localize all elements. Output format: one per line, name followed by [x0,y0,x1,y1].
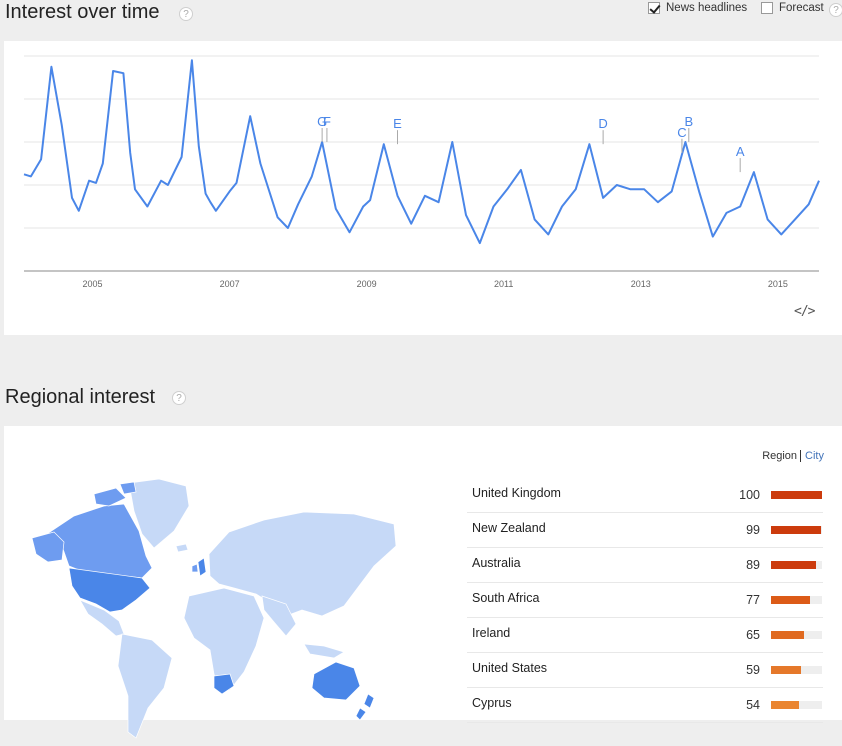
news-marker-label: E [393,116,402,131]
map-indonesia [303,643,345,659]
region-bar-track [771,526,822,534]
region-bar [771,631,805,639]
region-bar-track [771,561,822,569]
map-australia [311,661,361,701]
region-row[interactable]: Australia 89 [467,548,823,583]
map-iceland [175,543,189,553]
region-name: United States [472,661,548,675]
region-row[interactable]: Cyprus 54 [467,688,823,723]
region-bar-track [771,631,822,639]
news-headlines-checkbox[interactable] [648,2,660,14]
x-tick-label: 2013 [631,279,651,289]
map-canada-islands [93,481,137,507]
map-uk [197,557,207,577]
region-value: 100 [739,488,760,502]
map-new-zealand [355,693,375,721]
news-headlines-option[interactable]: News headlines [648,2,747,14]
region-row[interactable]: New Zealand 99 [467,513,823,548]
region-list: United Kingdom 100 New Zealand 99 Austra… [467,478,823,723]
region-value: 59 [746,663,760,677]
world-map[interactable] [24,476,464,746]
region-value: 54 [746,698,760,712]
region-bar-track [771,666,822,674]
x-tick-label: 2009 [357,279,377,289]
map-ireland [191,563,199,573]
interest-chart-card: 2005 2007 2009 2011 2013 2015 A B C D E F G </> [4,41,842,335]
region-name: South Africa [472,591,540,605]
region-value: 77 [746,593,760,607]
map-south-america [117,633,173,739]
interest-help-icon[interactable]: ? [179,7,193,21]
news-marker-label: A [736,144,745,159]
region-bar-track [771,596,822,604]
region-name: Australia [472,556,521,570]
region-bar [771,526,822,534]
region-name: New Zealand [472,521,546,535]
region-bar [771,701,799,709]
region-bar-track [771,491,822,499]
forecast-label: Forecast [779,2,824,14]
region-bar-track [771,701,822,709]
region-bar [771,491,822,499]
region-name: United Kingdom [472,486,561,500]
x-tick-label: 2011 [494,279,513,289]
regional-card: Region City United Kingdom 100 New Zealan… [4,426,842,739]
series-line [23,59,820,245]
toggle-region[interactable]: Region [762,450,797,462]
region-row[interactable]: United States 59 [467,653,823,688]
region-name: Ireland [472,626,511,640]
forecast-option[interactable]: Forecast [761,2,824,14]
region-bar [771,666,802,674]
news-headlines-label: News headlines [666,2,748,14]
region-bar [771,561,817,569]
region-value: 99 [746,523,760,537]
region-bar [771,596,811,604]
region-value: 89 [746,558,760,572]
forecast-help-icon[interactable]: ? [829,3,842,17]
map-south-africa [213,673,235,695]
news-marker-label: D [598,116,607,131]
x-tick-label: 2015 [768,279,788,289]
embed-code-icon[interactable]: </> [794,304,816,319]
regional-title: Regional interest [5,386,156,408]
region-value: 65 [746,628,760,642]
region-name: Cyprus [472,696,512,710]
region-city-toggle: Region City [762,450,824,463]
region-row[interactable]: Ireland 65 [467,618,823,653]
x-tick-label: 2007 [220,279,240,289]
toggle-city[interactable]: City [805,450,824,462]
region-row[interactable]: South Africa 77 [467,583,823,618]
forecast-checkbox[interactable] [761,2,773,14]
regional-help-icon[interactable]: ? [172,391,186,405]
news-marker-label: G [317,114,327,129]
interest-title: Interest over time [5,1,160,23]
news-marker-label: C [677,125,686,140]
x-tick-label: 2005 [83,279,103,289]
toggle-divider [800,450,802,463]
region-row[interactable]: United Kingdom 100 [467,478,823,513]
interest-line-chart: 2005 2007 2009 2011 2013 2015ABCDEFG [23,55,820,289]
